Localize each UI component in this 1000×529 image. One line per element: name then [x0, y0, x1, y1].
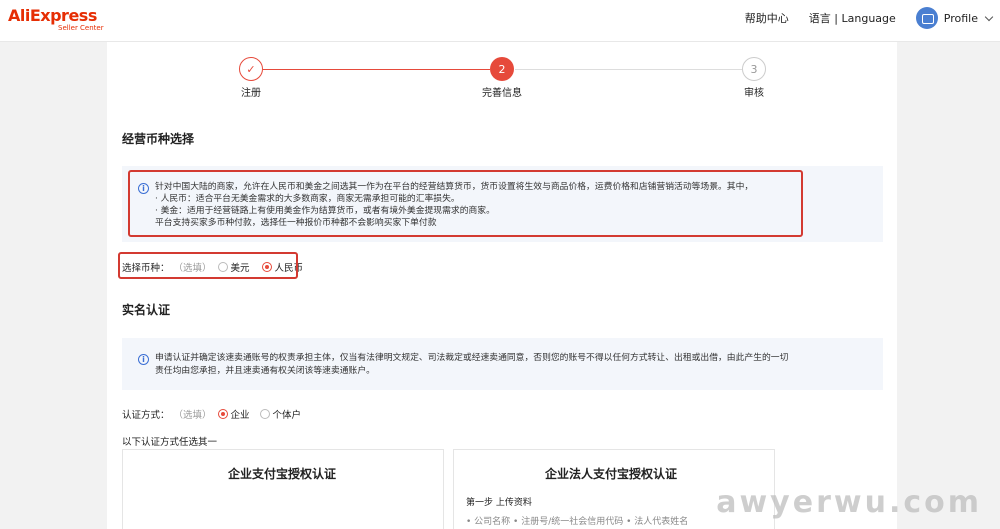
- method-choose-hint: 以下认证方式任选其一: [122, 437, 218, 448]
- radio-individual[interactable]: [259, 409, 270, 419]
- step-connector: [515, 69, 742, 70]
- highlight-frame: [128, 170, 803, 237]
- step-label-register: 注册: [241, 88, 261, 99]
- verification-section-title: 实名认证: [122, 303, 171, 317]
- logo-subtitle: Seller Center: [58, 24, 104, 32]
- method-card-title: 企业支付宝授权认证: [228, 467, 337, 481]
- step-3-circle: 3: [742, 57, 766, 81]
- radio-enterprise-label[interactable]: 企业: [231, 407, 250, 421]
- check-icon: ✓: [246, 62, 256, 76]
- step-number: 3: [750, 62, 758, 76]
- verification-notice-line: 责任均由您承担，并且速卖通有权关闭该等速卖通账户。: [155, 366, 375, 376]
- verification-method-label: 认证方式：: [122, 410, 170, 421]
- top-bar: AliExpress Seller Center 帮助中心 语言 | Langu…: [0, 0, 1000, 42]
- method-card-title: 企业法人支付宝授权认证: [545, 467, 678, 481]
- step-number: 2: [498, 62, 506, 76]
- radio-enterprise[interactable]: [217, 409, 228, 419]
- step-1-circle: ✓: [239, 57, 263, 81]
- method-card-bullet: • 公司名称 • 注册号/统一社会信用代码 • 法人代表姓名: [466, 517, 689, 527]
- language-switch[interactable]: 语言 | Language: [809, 10, 896, 26]
- chevron-down-icon[interactable]: [984, 12, 994, 21]
- aliexpress-logo[interactable]: AliExpress Seller Center: [8, 6, 104, 32]
- highlight-frame: [118, 252, 298, 279]
- watermark: awyerwu.com: [716, 485, 982, 520]
- currency-section-title: 经营币种选择: [122, 132, 195, 146]
- step-2-circle: 2: [490, 57, 514, 81]
- optional-hint: （选填）: [173, 410, 212, 421]
- verification-method-row: 认证方式： （选填） 企业 个体户: [122, 407, 301, 421]
- method-card-step: 第一步 上传资料: [466, 498, 532, 508]
- top-right-nav: 帮助中心 语言 | Language Profile: [725, 0, 994, 36]
- radio-individual-label[interactable]: 个体户: [273, 407, 302, 421]
- step-label-complete-info: 完善信息: [482, 88, 522, 99]
- verification-notice-line: 申请认证并确定该速卖通账号的权责承担主体，仅当有法律明文规定、司法裁定或经速卖通…: [155, 353, 789, 363]
- profile-link[interactable]: Profile: [944, 12, 978, 25]
- info-icon: i: [138, 354, 149, 365]
- logo-text: AliExpress: [8, 6, 97, 25]
- avatar-icon[interactable]: [915, 7, 938, 29]
- step-label-review: 审核: [744, 88, 764, 99]
- help-center-link[interactable]: 帮助中心: [745, 10, 789, 26]
- method-card-enterprise-alipay[interactable]: [122, 449, 444, 529]
- step-connector: [263, 69, 490, 70]
